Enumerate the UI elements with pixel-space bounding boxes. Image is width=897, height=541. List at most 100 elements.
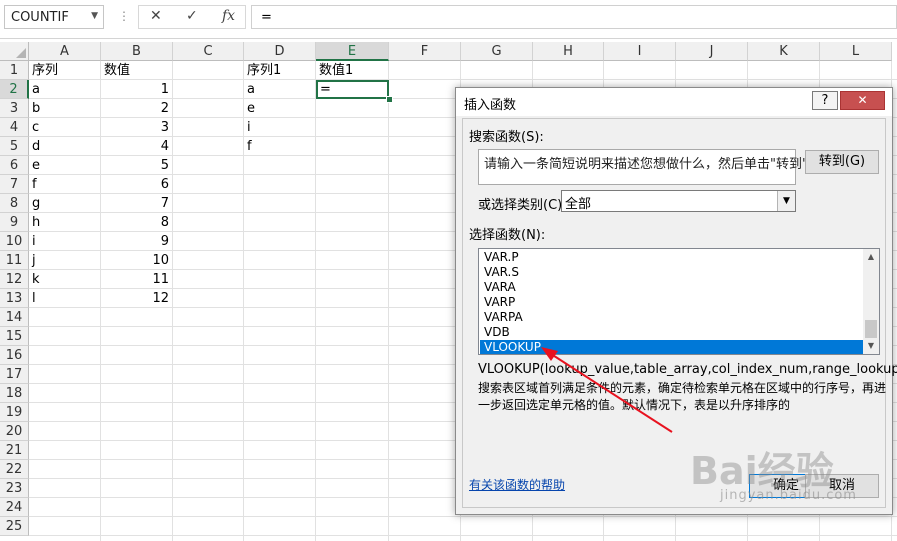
close-button[interactable]: ✕ [840, 91, 885, 110]
row-header-22[interactable]: 22 [0, 460, 29, 479]
column-header-B[interactable]: B [101, 42, 173, 61]
row-header-9[interactable]: 9 [0, 213, 29, 232]
scroll-down-icon[interactable]: ▼ [863, 338, 879, 354]
chevron-down-icon[interactable]: ▼ [777, 191, 795, 211]
row-header-5[interactable]: 5 [0, 137, 29, 156]
row-header-13[interactable]: 13 [0, 289, 29, 308]
cell-A11[interactable]: j [32, 251, 97, 270]
function-list-item[interactable]: VAR.P [480, 250, 863, 265]
cell-A8[interactable]: g [32, 194, 97, 213]
cell-D5[interactable]: f [247, 137, 312, 156]
category-select[interactable]: 全部 ▼ [561, 190, 796, 212]
row-header-7[interactable]: 7 [0, 175, 29, 194]
function-list-scrollbar[interactable]: ▲ ▼ [863, 249, 879, 354]
row-header-10[interactable]: 10 [0, 232, 29, 251]
active-cell-E2[interactable]: = [316, 80, 389, 99]
search-function-input[interactable]: 请输入一条简短说明来描述您想做什么，然后单击"转到" [478, 149, 808, 185]
cell-B2[interactable]: 1 [104, 80, 169, 99]
cell-B13[interactable]: 12 [104, 289, 169, 308]
column-header-I[interactable]: I [604, 42, 676, 61]
dialog-titlebar[interactable]: 插入函数 ? ✕ [456, 88, 892, 116]
row-header-14[interactable]: 14 [0, 308, 29, 327]
cell-A9[interactable]: h [32, 213, 97, 232]
help-button[interactable]: ? [812, 91, 838, 110]
column-header-C[interactable]: C [173, 42, 244, 61]
scrollbar-thumb[interactable] [865, 320, 877, 338]
cell-A13[interactable]: l [32, 289, 97, 308]
cell-B3[interactable]: 2 [104, 99, 169, 118]
cell-B1[interactable]: 数值 [104, 61, 169, 80]
cell-A2[interactable]: a [32, 80, 97, 99]
cell-B11[interactable]: 10 [104, 251, 169, 270]
row-header-4[interactable]: 4 [0, 118, 29, 137]
cell-B9[interactable]: 8 [104, 213, 169, 232]
row-header-23[interactable]: 23 [0, 479, 29, 498]
function-list-item[interactable]: VARPA [480, 310, 863, 325]
cancel-icon[interactable]: ✕ [150, 8, 162, 24]
cell-D4[interactable]: i [247, 118, 312, 137]
chevron-down-icon[interactable]: ▼ [91, 11, 98, 21]
function-list-item[interactable]: VARA [480, 280, 863, 295]
cell-B4[interactable]: 3 [104, 118, 169, 137]
function-list-item[interactable]: VLOOKUP [480, 340, 863, 354]
function-list[interactable]: VAR.P VAR.S VARA VARP VARPA VDB VLOOKUP ▲ ▼ [478, 248, 880, 355]
cell-A1[interactable]: 序列 [32, 61, 97, 80]
row-header-17[interactable]: 17 [0, 365, 29, 384]
function-list-item[interactable]: VARP [480, 295, 863, 310]
cell-A10[interactable]: i [32, 232, 97, 251]
name-box[interactable]: COUNTIF ▼ [4, 5, 104, 29]
cell-D2[interactable]: a [247, 80, 312, 99]
cell-E1[interactable]: 数值1 [319, 61, 385, 80]
row-header-3[interactable]: 3 [0, 99, 29, 118]
row-header-1[interactable]: 1 [0, 61, 29, 80]
row-header-24[interactable]: 24 [0, 498, 29, 517]
goto-button[interactable]: 转到(G) [805, 150, 879, 174]
column-header-F[interactable]: F [389, 42, 461, 61]
cell-B10[interactable]: 9 [104, 232, 169, 251]
row-header-8[interactable]: 8 [0, 194, 29, 213]
function-list-item[interactable]: VAR.S [480, 265, 863, 280]
row-header-16[interactable]: 16 [0, 346, 29, 365]
cell-A7[interactable]: f [32, 175, 97, 194]
cell-B12[interactable]: 11 [104, 270, 169, 289]
cell-A4[interactable]: c [32, 118, 97, 137]
cell-D1[interactable]: 序列1 [247, 61, 312, 80]
formula-input[interactable]: = [251, 5, 897, 29]
row-header-15[interactable]: 15 [0, 327, 29, 346]
row-header-2[interactable]: 2 [0, 80, 29, 99]
function-help-link[interactable]: 有关该函数的帮助 [469, 476, 565, 493]
cell-A5[interactable]: d [32, 137, 97, 156]
select-all-corner[interactable] [0, 42, 29, 61]
cell-B7[interactable]: 6 [104, 175, 169, 194]
column-header-D[interactable]: D [244, 42, 316, 61]
fill-handle[interactable] [386, 96, 393, 103]
column-header-H[interactable]: H [533, 42, 604, 61]
cell-B6[interactable]: 5 [104, 156, 169, 175]
cell-A3[interactable]: b [32, 99, 97, 118]
dialog-title: 插入函数 [464, 98, 517, 113]
row-header-6[interactable]: 6 [0, 156, 29, 175]
row-header-19[interactable]: 19 [0, 403, 29, 422]
insert-function-icon[interactable]: fx [222, 8, 235, 24]
cell-B5[interactable]: 4 [104, 137, 169, 156]
cell-D3[interactable]: e [247, 99, 312, 118]
row-header-20[interactable]: 20 [0, 422, 29, 441]
scroll-up-icon[interactable]: ▲ [863, 249, 879, 265]
row-header-12[interactable]: 12 [0, 270, 29, 289]
column-header-L[interactable]: L [820, 42, 892, 61]
column-header-J[interactable]: J [676, 42, 748, 61]
row-header-18[interactable]: 18 [0, 384, 29, 403]
column-header-G[interactable]: G [461, 42, 533, 61]
cell-B8[interactable]: 7 [104, 194, 169, 213]
function-list-item[interactable]: VDB [480, 325, 863, 340]
row-header-11[interactable]: 11 [0, 251, 29, 270]
formula-content: = [261, 10, 272, 25]
column-header-A[interactable]: A [29, 42, 101, 61]
cell-A12[interactable]: k [32, 270, 97, 289]
column-header-E[interactable]: E [316, 42, 389, 61]
cell-A6[interactable]: e [32, 156, 97, 175]
column-header-K[interactable]: K [748, 42, 820, 61]
row-header-21[interactable]: 21 [0, 441, 29, 460]
enter-icon[interactable]: ✓ [186, 8, 198, 24]
row-header-25[interactable]: 25 [0, 517, 29, 536]
